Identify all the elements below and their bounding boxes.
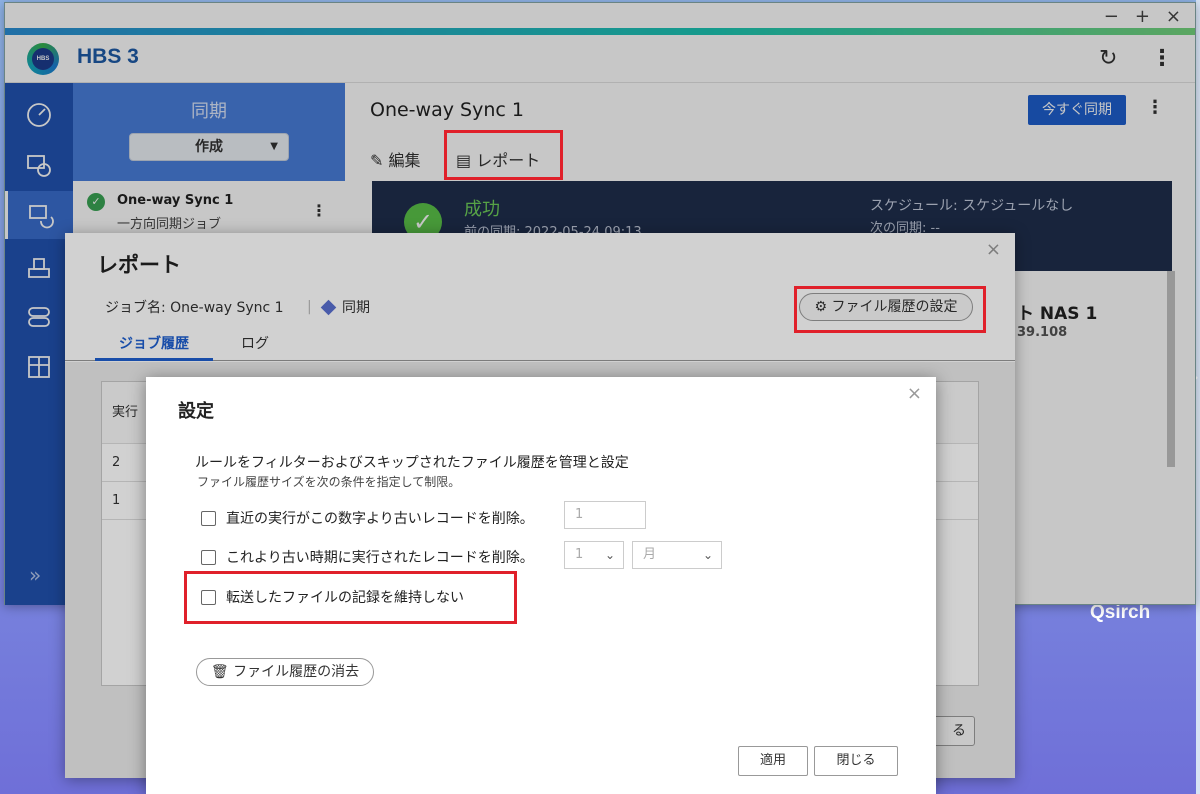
- settings-close-icon[interactable]: ×: [907, 383, 922, 404]
- checkbox-delete-older[interactable]: [201, 549, 216, 565]
- option-delete-older-label: これより古い時期に実行されたレコードを削除。: [226, 550, 534, 566]
- option-delete-older[interactable]: これより古い時期に実行されたレコードを削除。: [201, 547, 534, 567]
- clear-file-history-button[interactable]: 🗑 ファイル履歴の消去: [196, 658, 374, 686]
- settings-title: 設定: [178, 401, 214, 422]
- apply-button[interactable]: 適用: [738, 746, 808, 776]
- qsirch-desktop-label[interactable]: Qsirch: [1090, 602, 1150, 624]
- settings-dialog: × 設定 ルールをフィルターおよびスキップされたファイル履歴を管理と設定 ファイ…: [146, 377, 936, 794]
- desktop-edge: [1196, 0, 1200, 794]
- checkbox-delete-recent[interactable]: [201, 510, 216, 526]
- chevron-down-icon: ⌄: [604, 548, 615, 562]
- settings-sub-description: ファイル履歴サイズを次の条件を指定して制限。: [197, 475, 461, 489]
- older-amount-value: 1: [575, 547, 584, 562]
- chevron-down-icon: ⌄: [702, 548, 713, 562]
- clear-file-history-label: ファイル履歴の消去: [233, 664, 360, 680]
- settings-description: ルールをフィルターおよびスキップされたファイル履歴を管理と設定: [195, 455, 629, 471]
- older-unit-select[interactable]: 月 ⌄: [632, 541, 722, 569]
- option-delete-recent-label: 直近の実行がこの数字より古いレコードを削除。: [226, 511, 534, 527]
- older-unit-value: 月: [643, 547, 657, 562]
- trash-icon: 🗑: [210, 664, 229, 680]
- older-amount-select[interactable]: 1 ⌄: [564, 541, 624, 569]
- option-no-keep-record-label: 転送したファイルの記録を維持しない: [226, 590, 464, 606]
- close-button[interactable]: 閉じる: [814, 746, 898, 776]
- recent-count-input[interactable]: 1: [564, 501, 646, 529]
- option-delete-recent[interactable]: 直近の実行がこの数字より古いレコードを削除。: [201, 508, 534, 528]
- option-no-keep-record[interactable]: 転送したファイルの記録を維持しない: [201, 587, 464, 607]
- checkbox-no-keep-record[interactable]: [201, 589, 216, 605]
